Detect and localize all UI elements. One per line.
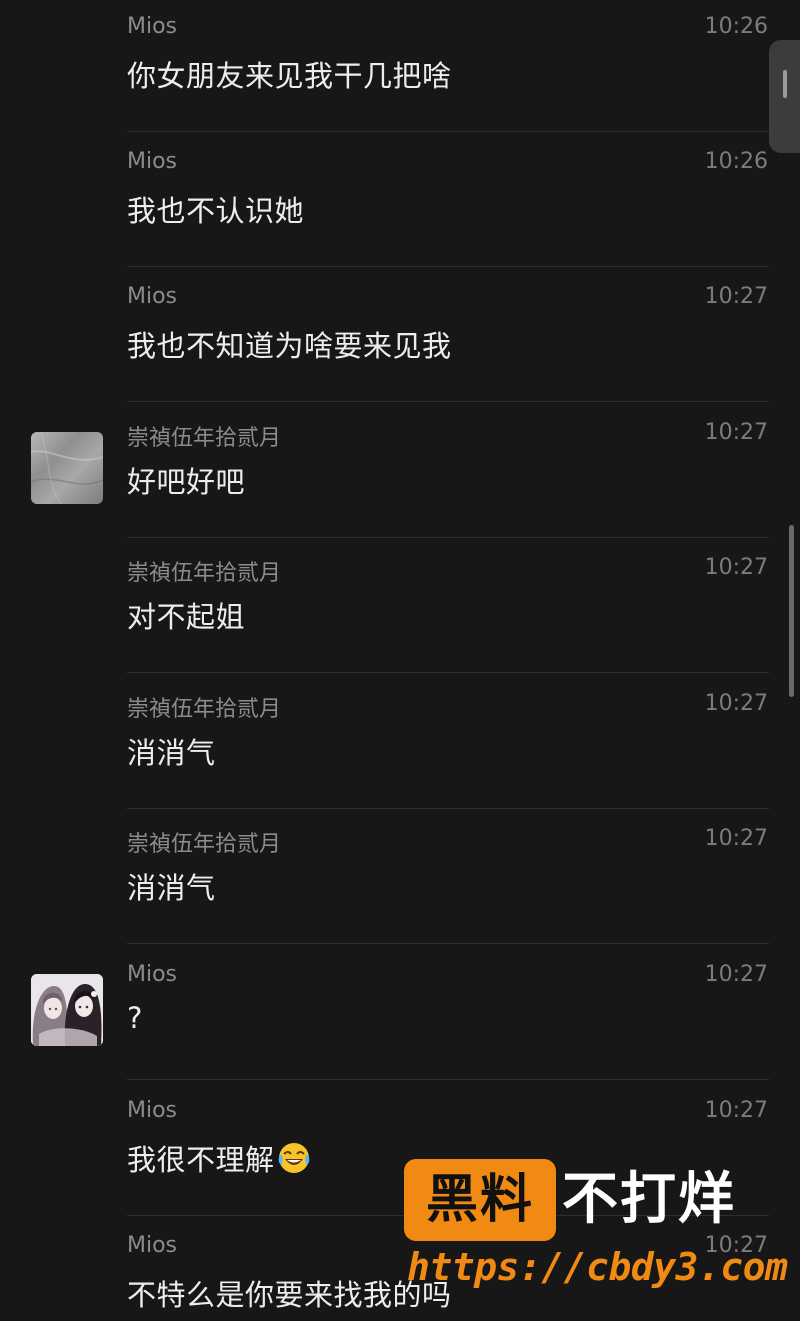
watermark-url: https://cbdy3.com [407, 1245, 788, 1289]
message-sender: Mios [127, 14, 178, 39]
message-item[interactable]: Mios 10:27 ? [0, 945, 800, 1080]
message-item[interactable]: 崇禎伍年拾贰月 10:27 对不起姐 [0, 538, 800, 673]
message-item[interactable]: 崇禎伍年拾贰月 10:27 好吧好吧 [0, 403, 800, 538]
message-time: 10:27 [704, 555, 768, 580]
message-time: 10:27 [704, 691, 768, 716]
message-text: 好吧好吧 [127, 465, 246, 499]
message-time: 10:26 [704, 149, 768, 174]
message-text: 消消气 [127, 736, 216, 770]
message-text: 你女朋友来见我干几把啥 [127, 59, 452, 93]
message-time: 10:27 [704, 826, 768, 851]
handle-grip [783, 70, 787, 98]
message-item[interactable]: Mios 10:26 我也不认识她 [0, 132, 800, 267]
message-item[interactable]: Mios 10:27 我也不知道为啥要来见我 [0, 267, 800, 402]
message-divider [127, 1079, 769, 1080]
message-sender: Mios [127, 962, 178, 987]
message-time: 10:27 [704, 284, 768, 309]
message-text: 我很不理解 [127, 1143, 275, 1177]
message-text: 我也不知道为啥要来见我 [127, 329, 452, 363]
message-time: 10:27 [704, 962, 768, 987]
message-text: 不特么是你要来找我的吗 [127, 1278, 452, 1312]
side-drawer-handle[interactable] [769, 40, 800, 153]
message-sender: 崇禎伍年拾贰月 [127, 561, 282, 586]
message-item[interactable]: Mios 10:26 你女朋友来见我干几把啥 [0, 0, 800, 132]
message-text: 我也不认识她 [127, 194, 305, 228]
message-text-with-emoji: 我很不理解 [127, 1137, 311, 1179]
message-sender: 崇禎伍年拾贰月 [127, 697, 282, 722]
chat-screen[interactable]: Mios 10:26 你女朋友来见我干几把啥 Mios 10:26 我也不认识她… [0, 0, 800, 1321]
message-time: 10:27 [704, 420, 768, 445]
message-text: ? [127, 1001, 143, 1035]
message-sender: Mios [127, 284, 178, 309]
anime-girl-avatar[interactable] [31, 974, 103, 1046]
message-text: 对不起姐 [127, 600, 246, 634]
message-sender: Mios [127, 149, 178, 174]
message-time: 10:27 [704, 1098, 768, 1123]
watermark-slogan: 不打烊 [562, 1167, 736, 1232]
message-divider [127, 672, 769, 673]
message-divider [127, 943, 769, 944]
message-sender: 崇禎伍年拾贰月 [127, 832, 282, 857]
message-sender: Mios [127, 1098, 178, 1123]
message-time: 10:26 [704, 14, 768, 39]
scrollbar-thumb[interactable] [789, 525, 794, 697]
marble-avatar[interactable] [31, 432, 103, 504]
message-item[interactable]: 崇禎伍年拾贰月 10:27 消消气 [0, 674, 800, 809]
crying-laughing-emoji [277, 1141, 311, 1175]
message-sender: Mios [127, 1233, 178, 1258]
watermark-badge: 黑料 [404, 1159, 556, 1241]
message-sender: 崇禎伍年拾贰月 [127, 426, 282, 451]
message-divider [127, 401, 769, 402]
message-text: 消消气 [127, 871, 216, 905]
message-item[interactable]: 崇禎伍年拾贰月 10:27 消消气 [0, 809, 800, 944]
watermark: 黑料 不打烊 https://cbdy3.com [404, 1159, 794, 1299]
